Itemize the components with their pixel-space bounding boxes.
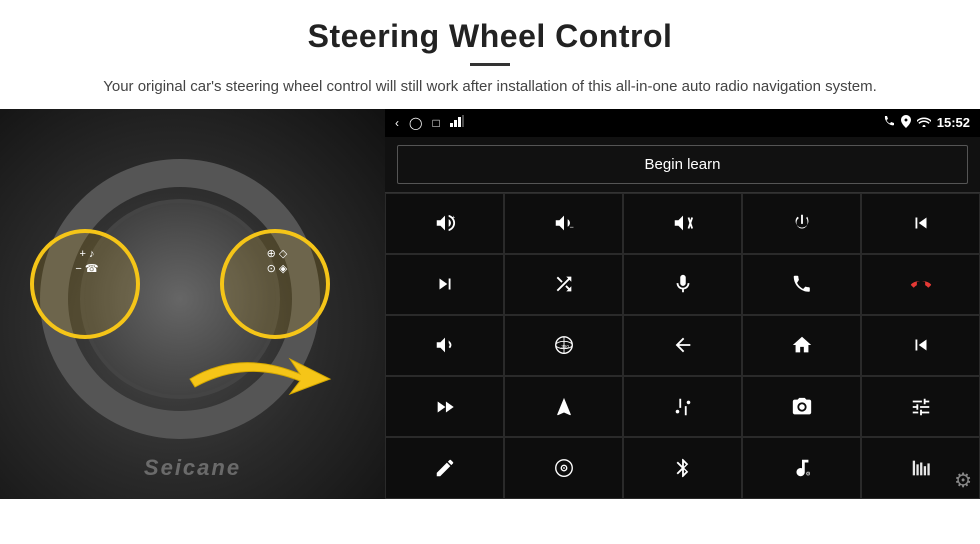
svg-text:+: + [451,214,455,221]
begin-learn-container: Begin learn [385,137,980,192]
svg-text:−: − [569,223,573,232]
phone-end-button[interactable] [861,254,980,315]
back-arrow-icon[interactable]: ‹ [395,116,399,130]
next-track-button[interactable] [385,254,504,315]
settings-eq-button[interactable] [861,376,980,437]
wheel-btn-label4: ⊙ ◈ [232,262,322,277]
wheel-btn-label3: ⊕ ◇ [232,247,322,262]
camera-button[interactable] [742,376,861,437]
horn-button[interactable] [385,315,504,376]
yellow-arrow-icon [180,339,360,419]
radio-ui: ‹ ◯ □ [385,109,980,499]
wheel-btn-label: + ♪ [42,247,132,262]
highlight-circle-right [220,229,330,339]
pen-button[interactable] [385,437,504,498]
controls-grid: + − [385,192,980,499]
status-bar: ‹ ◯ □ [385,109,980,137]
content-area: + ♪ − ☎ ⊕ ◇ ⊙ ◈ Seicane ‹ ◯ □ [0,109,980,499]
wifi-icon [917,116,931,130]
view-360-button[interactable]: 360 [504,315,623,376]
status-time: 15:52 [937,115,970,130]
steering-wheel-image: + ♪ − ☎ ⊕ ◇ ⊙ ◈ Seicane [0,109,385,499]
back-nav-button[interactable] [623,315,742,376]
music-button[interactable]: ⚙ [742,437,861,498]
svg-text:⚙: ⚙ [805,470,810,477]
wheel-btn-label2: − ☎ [42,262,132,277]
home-nav-button[interactable] [742,315,861,376]
phone-status-icon [883,115,895,130]
phone-answer-button[interactable] [742,254,861,315]
square-icon[interactable]: □ [432,116,439,130]
page-subtitle: Your original car's steering wheel contr… [80,76,900,99]
highlight-circle-left [30,229,140,339]
fast-forward-button[interactable] [385,376,504,437]
begin-learn-button[interactable]: Begin learn [397,145,968,184]
seicane-watermark: Seicane [144,455,241,481]
status-bar-right: 15:52 [883,115,970,131]
prev-track-button[interactable] [861,193,980,254]
eq-button[interactable] [623,376,742,437]
vol-up-button[interactable]: + [385,193,504,254]
mic-button[interactable] [623,254,742,315]
status-bar-left: ‹ ◯ □ [395,115,464,130]
signal-icon [450,115,464,130]
shuffle-button[interactable] [504,254,623,315]
svg-text:360: 360 [561,344,569,349]
navigation-button[interactable] [504,376,623,437]
bluetooth-button[interactable] [623,437,742,498]
settings-gear-icon[interactable]: ⚙ [954,468,972,493]
home-circle-icon[interactable]: ◯ [409,116,422,130]
skip-back-button[interactable] [861,315,980,376]
mute-button[interactable] [623,193,742,254]
title-divider [470,63,510,66]
disc-button[interactable] [504,437,623,498]
vol-down-button[interactable]: − [504,193,623,254]
location-icon [901,115,911,131]
power-button[interactable] [742,193,861,254]
page-title: Steering Wheel Control [60,18,920,55]
page-header: Steering Wheel Control Your original car… [0,0,980,109]
